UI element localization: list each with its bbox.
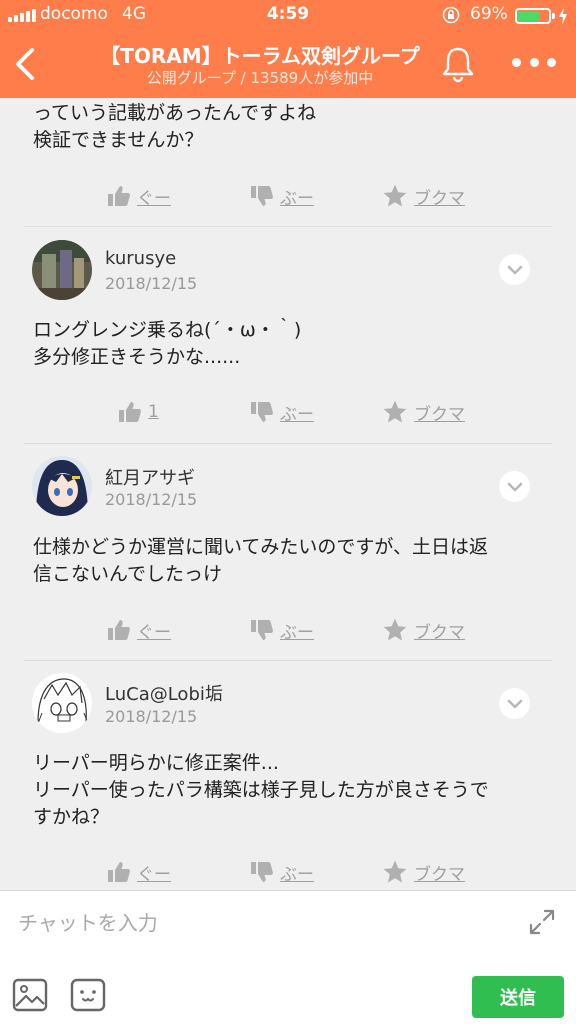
author-name[interactable]: LuCa@Lobi垢 bbox=[105, 680, 223, 706]
dislike-button[interactable]: ぶー bbox=[250, 395, 314, 429]
like-count: 1 bbox=[148, 402, 159, 422]
dislike-button[interactable]: ぶー bbox=[250, 179, 314, 213]
post-date: 2018/12/15 bbox=[105, 490, 198, 509]
thumbs-down-icon bbox=[251, 402, 273, 422]
more-options-button[interactable] bbox=[512, 52, 556, 72]
stamp-button[interactable] bbox=[70, 978, 106, 1012]
post-text: 仕様かどうか運営に聞いてみたいのですが、土日は返 信こないんでしたっけ bbox=[33, 536, 489, 585]
status-bar: docomo 4G 4:59 69% bbox=[0, 0, 576, 30]
image-icon bbox=[12, 978, 48, 1012]
battery-icon bbox=[515, 8, 551, 24]
post-date: 2018/12/15 bbox=[105, 707, 198, 726]
avatar[interactable] bbox=[32, 456, 92, 516]
post-divider bbox=[24, 226, 552, 227]
post-menu-button[interactable] bbox=[499, 688, 530, 719]
author-name[interactable]: kurusye bbox=[105, 248, 176, 269]
post-date: 2018/12/15 bbox=[105, 274, 198, 293]
avatar-image bbox=[32, 673, 92, 733]
bookmark-label: ブクマ bbox=[414, 622, 465, 643]
thumbs-down-icon bbox=[251, 862, 273, 882]
dislike-label: ぶー bbox=[280, 404, 314, 425]
attach-image-button[interactable] bbox=[12, 978, 48, 1012]
bookmark-label: ブクマ bbox=[414, 188, 465, 209]
like-label: ぐー bbox=[137, 188, 171, 209]
avatar[interactable] bbox=[32, 673, 92, 733]
star-icon bbox=[383, 184, 407, 207]
thumbs-up-icon bbox=[108, 186, 130, 206]
back-button[interactable] bbox=[6, 42, 46, 86]
chat-feed[interactable]: っていう記載があったんですよね 検証できませんか？ ぐー ぶー ブクマ kuru… bbox=[0, 98, 576, 890]
group-title: 【TORAM】トーラム双剣グループ bbox=[100, 44, 420, 68]
like-button[interactable]: ぐー bbox=[107, 179, 171, 213]
more-dots-icon bbox=[512, 57, 556, 67]
star-icon bbox=[383, 400, 407, 423]
dislike-label: ぶー bbox=[280, 622, 314, 643]
like-button[interactable]: ぐー bbox=[107, 613, 171, 647]
chevron-down-icon bbox=[507, 699, 522, 708]
avatar-image bbox=[32, 240, 92, 300]
battery-percent: 69% bbox=[470, 4, 508, 24]
battery-nub bbox=[552, 13, 555, 19]
dislike-label: ぶー bbox=[280, 188, 314, 209]
thumbs-down-icon bbox=[251, 620, 273, 640]
bookmark-button[interactable]: ブクマ bbox=[382, 395, 465, 429]
send-button[interactable]: 送信 bbox=[472, 976, 564, 1018]
bookmark-label: ブクマ bbox=[414, 864, 465, 885]
emoji-icon bbox=[70, 978, 106, 1012]
avatar-image bbox=[32, 456, 92, 516]
bookmark-button[interactable]: ブクマ bbox=[382, 179, 465, 213]
post-divider bbox=[24, 443, 552, 444]
back-arrow-icon bbox=[16, 48, 34, 80]
bookmark-button[interactable]: ブクマ bbox=[382, 855, 465, 889]
reaction-row: ぐー ぶー ブクマ bbox=[0, 613, 576, 647]
like-label: ぐー bbox=[137, 864, 171, 885]
bell-icon bbox=[442, 47, 474, 83]
expand-icon bbox=[529, 909, 555, 935]
author-name[interactable]: 紅月アサギ bbox=[105, 464, 195, 490]
like-button[interactable]: ぐー bbox=[107, 855, 171, 889]
bookmark-button[interactable]: ブクマ bbox=[382, 613, 465, 647]
bookmark-label: ブクマ bbox=[414, 404, 465, 425]
notification-button[interactable] bbox=[438, 44, 478, 84]
avatar[interactable] bbox=[32, 240, 92, 300]
dislike-button[interactable]: ぶー bbox=[250, 613, 314, 647]
dislike-button[interactable]: ぶー bbox=[250, 855, 314, 889]
battery-level-fill bbox=[518, 11, 539, 21]
star-icon bbox=[383, 860, 407, 883]
app-header: docomo 4G 4:59 69% 【TORAM】トーラム双剣グループ 公開グ… bbox=[0, 0, 576, 98]
charging-icon bbox=[559, 7, 567, 25]
thumbs-up-icon bbox=[108, 862, 130, 882]
chevron-down-icon bbox=[507, 482, 522, 491]
post-text: っていう記載があったんですよね 検証できませんか？ bbox=[33, 102, 317, 151]
reaction-row: ぐー ぶー ブクマ bbox=[0, 855, 576, 889]
like-label: ぐー bbox=[137, 622, 171, 643]
thumbs-down-icon bbox=[251, 186, 273, 206]
reaction-row: ぐー ぶー ブクマ bbox=[0, 179, 576, 213]
chat-input[interactable] bbox=[18, 903, 508, 943]
dislike-label: ぶー bbox=[280, 864, 314, 885]
thumbs-up-icon bbox=[108, 620, 130, 640]
post-menu-button[interactable] bbox=[499, 471, 530, 502]
expand-composer-button[interactable] bbox=[528, 908, 556, 936]
chevron-down-icon bbox=[507, 265, 522, 274]
post-text: ロングレンジ乗るね(´・ω・｀) 多分修正きそうかな...... bbox=[33, 319, 302, 368]
reaction-row: 1 ぶー ブクマ bbox=[0, 395, 576, 429]
star-icon bbox=[383, 618, 407, 641]
thumbs-up-icon bbox=[119, 402, 141, 422]
lock-rotation-icon bbox=[442, 6, 460, 24]
group-subtitle: 公開グループ / 13589人が参加中 bbox=[146, 69, 374, 87]
like-button[interactable]: 1 bbox=[118, 395, 159, 429]
post-menu-button[interactable] bbox=[499, 254, 530, 285]
post-text: リーパー明らかに修正案件... リーパー使ったパラ構築は様子見した方が良さそうで… bbox=[33, 752, 489, 828]
post-divider bbox=[24, 660, 552, 661]
